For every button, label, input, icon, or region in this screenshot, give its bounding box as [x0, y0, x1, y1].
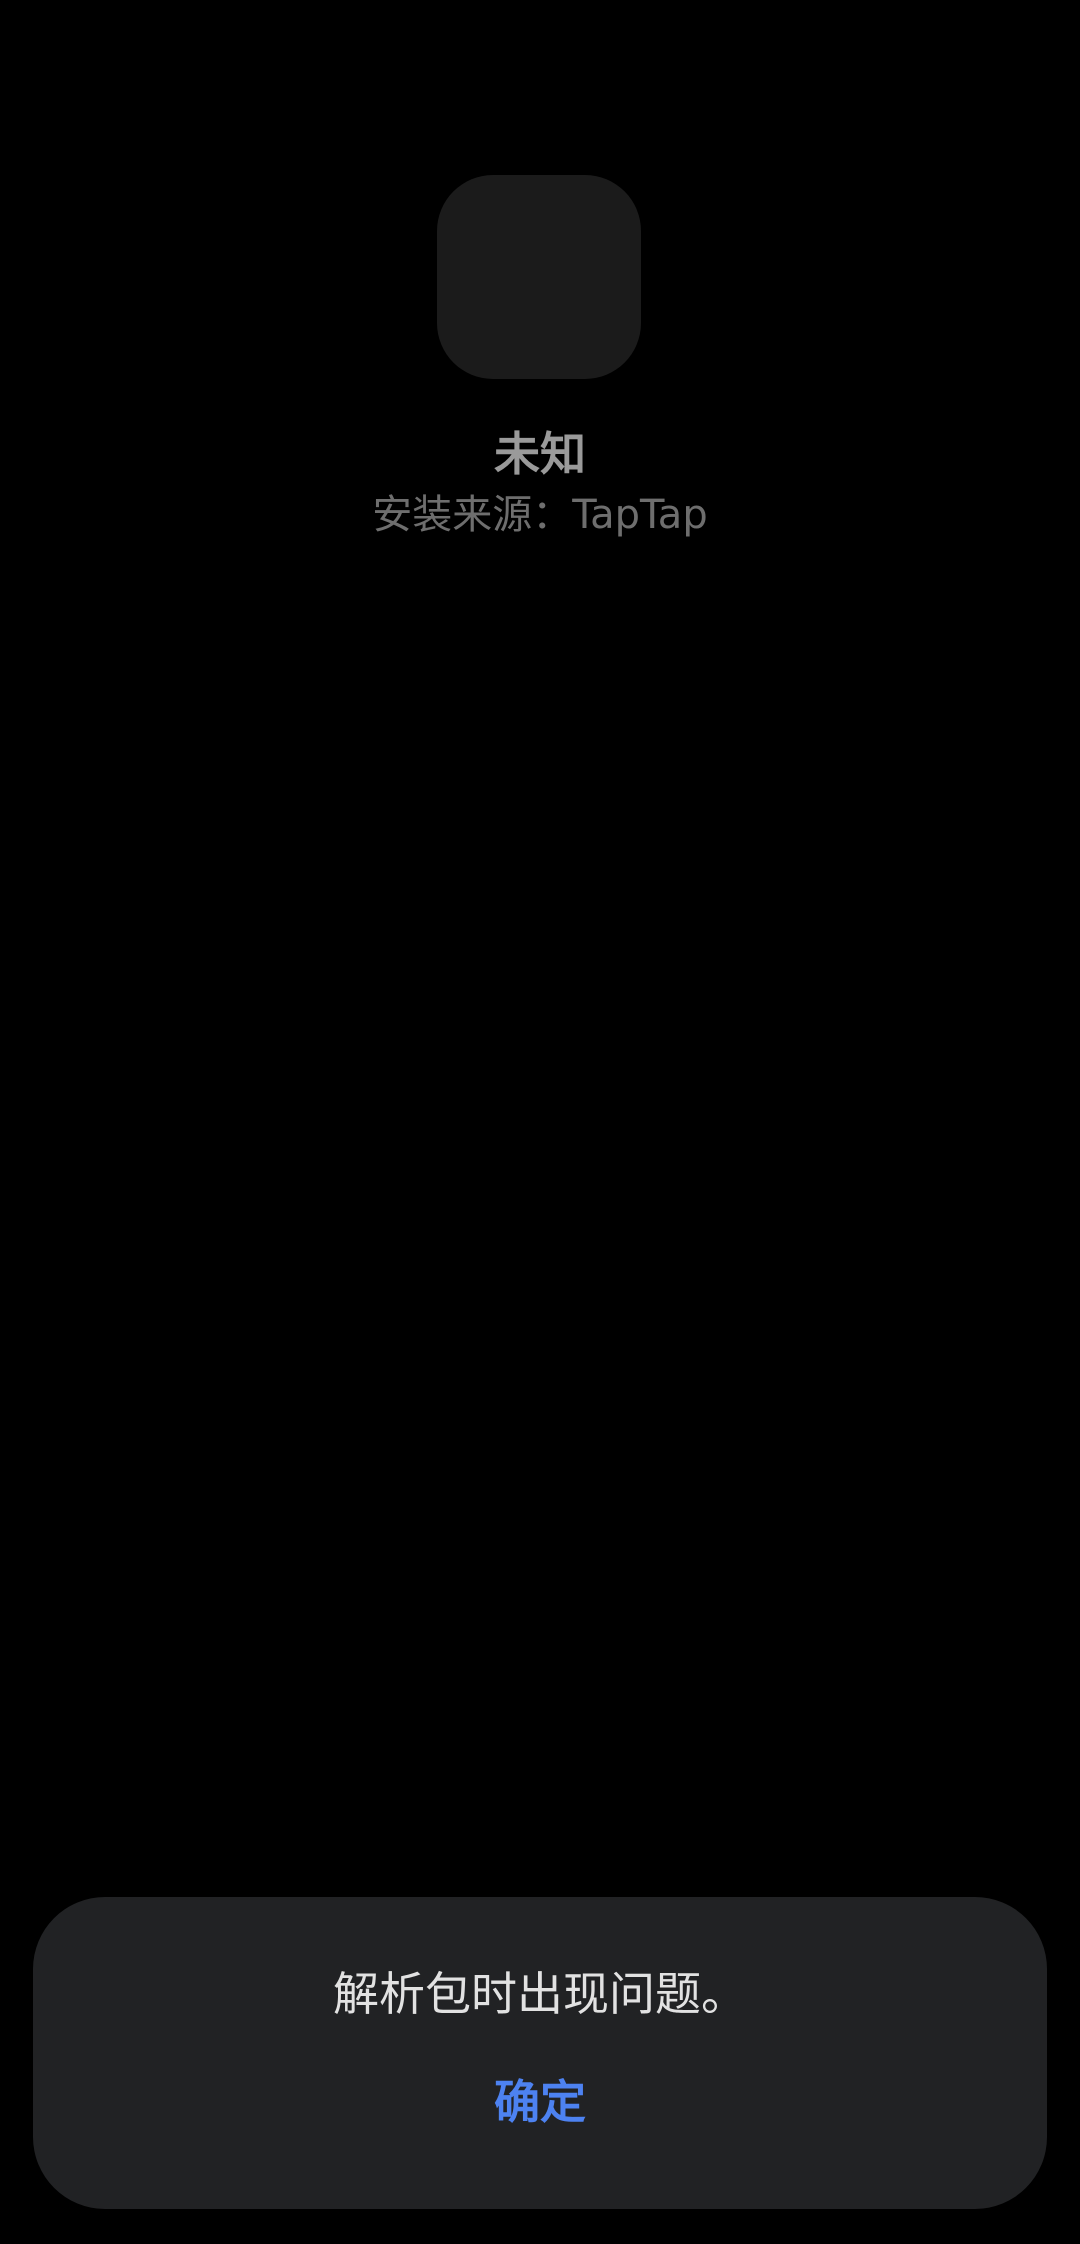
app-icon [437, 175, 641, 379]
app-name: 未知 [494, 427, 586, 481]
parse-error-dialog: 解析包时出现问题。 确定 [33, 1897, 1047, 2209]
confirm-button[interactable]: 确定 [440, 2067, 640, 2137]
install-source-label: 安装来源：TapTap [372, 492, 708, 538]
dialog-message: 解析包时出现问题。 [333, 1967, 747, 2021]
